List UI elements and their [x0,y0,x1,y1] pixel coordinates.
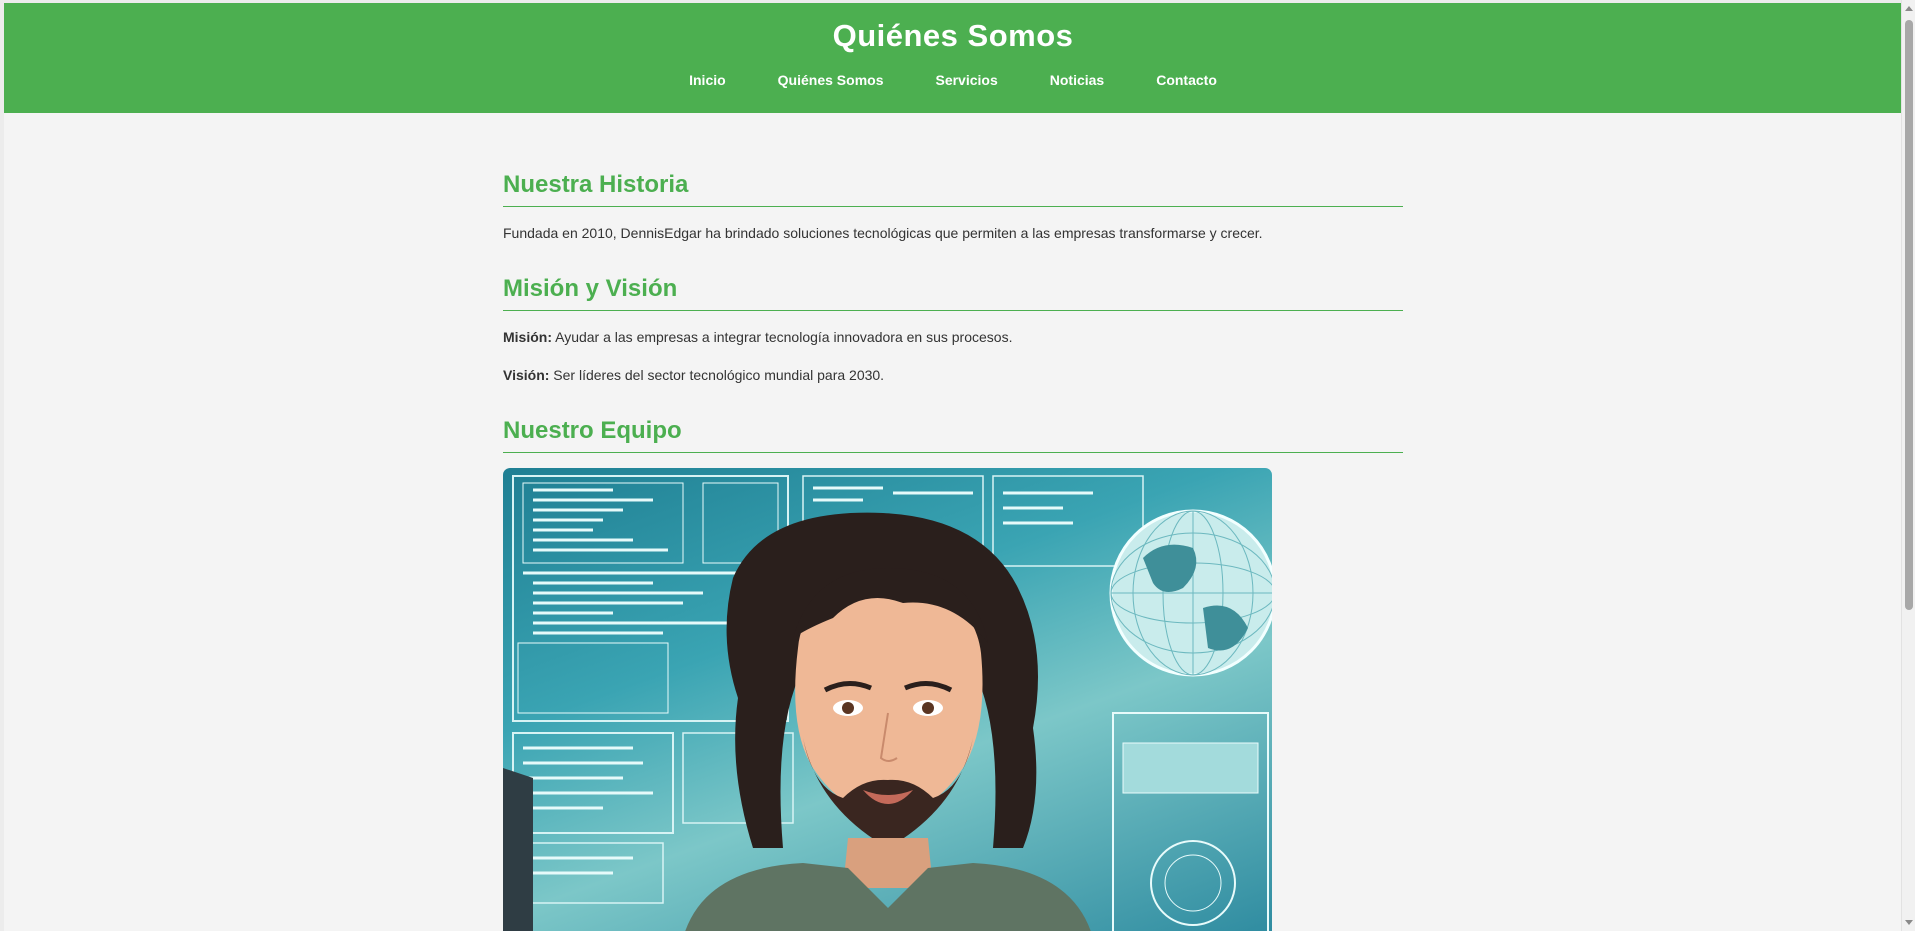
pupil-shape [842,702,854,714]
mission-paragraph: Misión: Ayudar a las empresas a integrar… [503,328,1403,346]
scroll-up-arrow-icon[interactable] [1905,6,1913,11]
nav-link-noticias[interactable]: Noticias [1050,71,1104,89]
monitor-edge-shape [503,768,533,931]
mission-text: Ayudar a las empresas a integrar tecnolo… [552,329,1013,345]
team-member-illustration [503,468,1272,931]
vision-label: Visión: [503,367,550,383]
network-circle [1150,840,1236,926]
mission-vision-heading: Misión y Visión [503,275,1403,311]
pupil-shape [922,702,934,714]
scroll-down-arrow-icon[interactable] [1905,920,1913,925]
panel-shape [517,642,669,714]
nav-link-inicio[interactable]: Inicio [689,71,726,89]
history-heading: Nuestra Historia [503,171,1403,207]
nav-link-servicios[interactable]: Servicios [935,71,997,89]
network-circle [1164,854,1222,912]
team-heading: Nuestro Equipo [503,417,1403,453]
site-header: Quiénes Somos Inicio Quiénes Somos Servi… [4,3,1902,113]
mission-vision-section: Misión y Visión Misión: Ayudar a las emp… [503,275,1403,384]
team-section: Nuestro Equipo [503,417,1403,931]
vision-text: Ser líderes del sector tecnológico mundi… [549,367,885,383]
nav-link-contacto[interactable]: Contacto [1156,71,1217,89]
nav-link-quienes-somos[interactable]: Quiénes Somos [778,71,884,89]
panel-shape [1122,742,1259,794]
history-section: Nuestra Historia Fundada en 2010, Dennis… [503,171,1403,242]
main-nav: Inicio Quiénes Somos Servicios Noticias … [4,71,1902,89]
history-text: Fundada en 2010, DennisEdgar ha brindado… [503,225,1263,241]
team-illustration-graphic [503,475,1272,931]
page-viewport: Quiénes Somos Inicio Quiénes Somos Servi… [4,3,1902,931]
page-scrollbar[interactable] [1901,0,1915,931]
scrollbar-thumb[interactable] [1905,20,1913,610]
page-title: Quiénes Somos [832,18,1074,53]
text-lines-decoration [523,746,653,875]
vision-paragraph: Visión: Ser líderes del sector tecnológi… [503,366,1403,384]
mission-label: Misión: [503,329,552,345]
